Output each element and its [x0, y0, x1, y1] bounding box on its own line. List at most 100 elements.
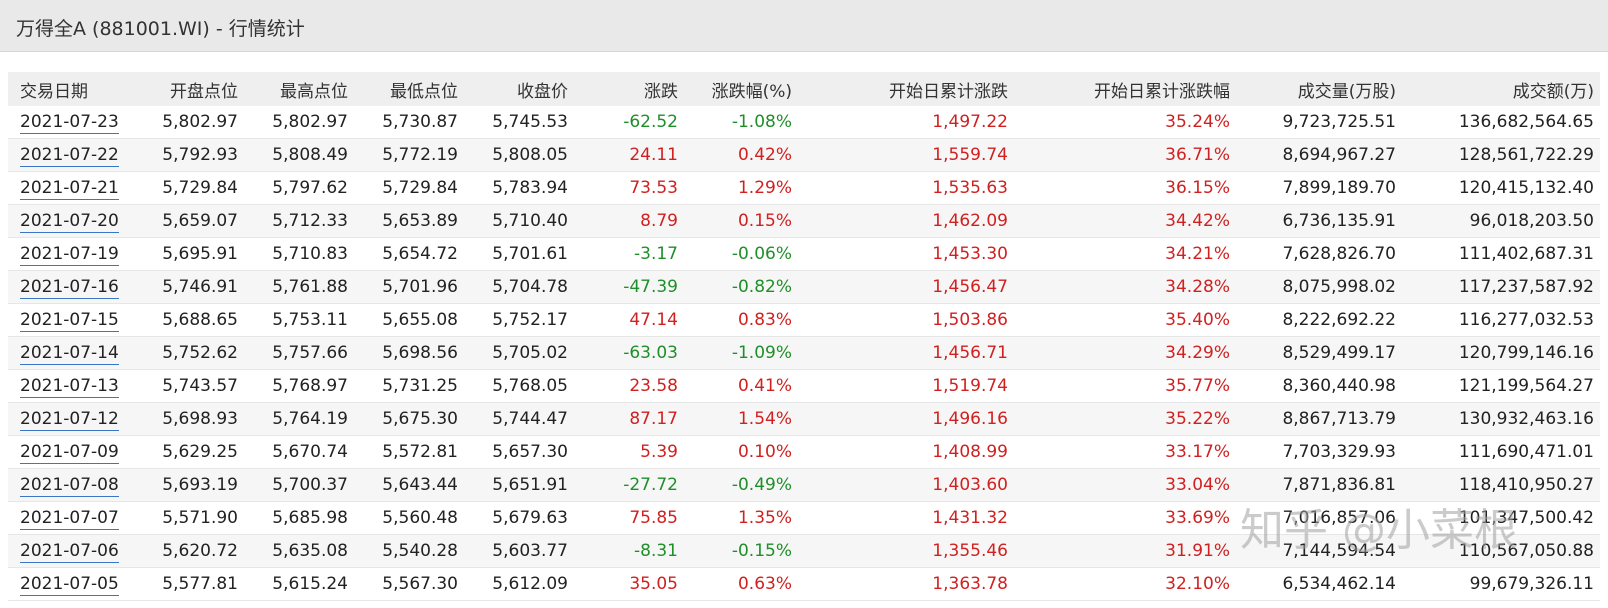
cell-cum-change: 1,431.32 [798, 501, 1014, 535]
cell-change: 24.11 [574, 138, 684, 172]
cell-close: 5,651.91 [464, 468, 574, 502]
cell-close: 5,710.40 [464, 204, 574, 238]
header-high[interactable]: 最高点位 [244, 72, 354, 106]
cell-high: 5,700.37 [244, 468, 354, 502]
table-row[interactable]: 2021-07-09 5,629.25 5,670.74 5,572.81 5,657.… [8, 435, 1600, 469]
header-volume[interactable]: 成交量(万股) [1236, 72, 1402, 106]
table-row[interactable]: 2021-07-07 5,571.90 5,685.98 5,560.48 5,679.… [8, 501, 1600, 535]
cell-amount: 96,018,203.50 [1402, 204, 1600, 238]
cell-date: 2021-07-21 [8, 171, 128, 205]
stats-table-container: 交易日期 开盘点位 最高点位 最低点位 收盘价 涨跌 涨跌幅(%) 开始日累计涨… [8, 72, 1600, 601]
cell-low: 5,653.89 [354, 204, 464, 238]
cell-date: 2021-07-07 [8, 501, 128, 535]
table-row[interactable]: 2021-07-23 5,802.97 5,802.97 5,730.87 5,745.… [8, 106, 1600, 139]
cell-volume: 8,075,998.02 [1236, 270, 1402, 304]
header-open[interactable]: 开盘点位 [128, 72, 244, 106]
cell-volume: 8,529,499.17 [1236, 336, 1402, 370]
trade-date-link[interactable]: 2021-07-05 [20, 574, 119, 596]
cell-volume: 8,694,967.27 [1236, 138, 1402, 172]
table-row[interactable]: 2021-07-13 5,743.57 5,768.97 5,731.25 5,768.… [8, 369, 1600, 403]
trade-date-link[interactable]: 2021-07-14 [20, 343, 119, 365]
cell-close: 5,808.05 [464, 138, 574, 172]
cell-close: 5,768.05 [464, 369, 574, 403]
trade-date-link[interactable]: 2021-07-13 [20, 376, 119, 398]
cell-date: 2021-07-12 [8, 402, 128, 436]
cell-close: 5,657.30 [464, 435, 574, 469]
trade-date-link[interactable]: 2021-07-15 [20, 310, 119, 332]
cell-high: 5,768.97 [244, 369, 354, 403]
cell-volume: 6,736,135.91 [1236, 204, 1402, 238]
cell-cum-change: 1,559.74 [798, 138, 1014, 172]
trade-date-link[interactable]: 2021-07-19 [20, 244, 119, 266]
table-row[interactable]: 2021-07-19 5,695.91 5,710.83 5,654.72 5,701.… [8, 237, 1600, 271]
cell-amount: 111,690,471.01 [1402, 435, 1600, 469]
cell-low: 5,675.30 [354, 402, 464, 436]
cell-cum-change: 1,519.74 [798, 369, 1014, 403]
trade-date-link[interactable]: 2021-07-16 [20, 277, 119, 299]
cell-change-pct: 1.29% [684, 171, 798, 205]
trade-date-link[interactable]: 2021-07-12 [20, 409, 119, 431]
cell-change: 23.58 [574, 369, 684, 403]
table-row[interactable]: 2021-07-20 5,659.07 5,712.33 5,653.89 5,710.… [8, 204, 1600, 238]
cell-high: 5,802.97 [244, 106, 354, 139]
cell-date: 2021-07-06 [8, 534, 128, 568]
trade-date-link[interactable]: 2021-07-22 [20, 145, 119, 167]
cell-volume: 7,016,857.06 [1236, 501, 1402, 535]
header-change-pct[interactable]: 涨跌幅(%) [684, 72, 798, 106]
cell-high: 5,764.19 [244, 402, 354, 436]
trade-date-link[interactable]: 2021-07-09 [20, 442, 119, 464]
table-row[interactable]: 2021-07-21 5,729.84 5,797.62 5,729.84 5,783.… [8, 171, 1600, 205]
trade-date-link[interactable]: 2021-07-06 [20, 541, 119, 563]
cell-cum-change-pct: 35.40% [1014, 303, 1236, 337]
cell-amount: 101,347,500.42 [1402, 501, 1600, 535]
header-change[interactable]: 涨跌 [574, 72, 684, 106]
cell-cum-change-pct: 35.22% [1014, 402, 1236, 436]
cell-volume: 6,534,462.14 [1236, 567, 1402, 601]
cell-high: 5,753.11 [244, 303, 354, 337]
cell-cum-change-pct: 33.04% [1014, 468, 1236, 502]
cell-volume: 8,360,440.98 [1236, 369, 1402, 403]
cell-amount: 118,410,950.27 [1402, 468, 1600, 502]
header-cum-change-pct[interactable]: 开始日累计涨跌幅 [1014, 72, 1236, 106]
cell-cum-change-pct: 34.29% [1014, 336, 1236, 370]
trade-date-link[interactable]: 2021-07-23 [20, 112, 119, 134]
table-row[interactable]: 2021-07-08 5,693.19 5,700.37 5,643.44 5,651.… [8, 468, 1600, 502]
cell-low: 5,560.48 [354, 501, 464, 535]
cell-cum-change-pct: 32.10% [1014, 567, 1236, 601]
cell-change: 8.79 [574, 204, 684, 238]
table-row[interactable]: 2021-07-05 5,577.81 5,615.24 5,567.30 5,612.… [8, 567, 1600, 601]
cell-amount: 130,932,463.16 [1402, 402, 1600, 436]
header-close[interactable]: 收盘价 [464, 72, 574, 106]
cell-cum-change: 1,403.60 [798, 468, 1014, 502]
cell-close: 5,745.53 [464, 106, 574, 139]
cell-change-pct: -0.15% [684, 534, 798, 568]
trade-date-link[interactable]: 2021-07-21 [20, 178, 119, 200]
table-row[interactable]: 2021-07-22 5,792.93 5,808.49 5,772.19 5,808.… [8, 138, 1600, 172]
cell-date: 2021-07-19 [8, 237, 128, 271]
table-row[interactable]: 2021-07-16 5,746.91 5,761.88 5,701.96 5,704.… [8, 270, 1600, 304]
cell-open: 5,792.93 [128, 138, 244, 172]
cell-change: -8.31 [574, 534, 684, 568]
table-row[interactable]: 2021-07-15 5,688.65 5,753.11 5,655.08 5,752.… [8, 303, 1600, 337]
header-low[interactable]: 最低点位 [354, 72, 464, 106]
table-row[interactable]: 2021-07-12 5,698.93 5,764.19 5,675.30 5,744.… [8, 402, 1600, 436]
trade-date-link[interactable]: 2021-07-08 [20, 475, 119, 497]
cell-cum-change-pct: 36.15% [1014, 171, 1236, 205]
table-row[interactable]: 2021-07-14 5,752.62 5,757.66 5,698.56 5,705.… [8, 336, 1600, 370]
cell-change-pct: -0.06% [684, 237, 798, 271]
cell-volume: 8,222,692.22 [1236, 303, 1402, 337]
cell-change: 75.85 [574, 501, 684, 535]
cell-amount: 121,199,564.27 [1402, 369, 1600, 403]
trade-date-link[interactable]: 2021-07-07 [20, 508, 119, 530]
header-amount[interactable]: 成交额(万) [1402, 72, 1600, 106]
trade-date-link[interactable]: 2021-07-20 [20, 211, 119, 233]
header-cum-change[interactable]: 开始日累计涨跌 [798, 72, 1014, 106]
cell-open: 5,802.97 [128, 106, 244, 139]
header-trade-date[interactable]: 交易日期 [8, 72, 128, 106]
table-row[interactable]: 2021-07-06 5,620.72 5,635.08 5,540.28 5,603.… [8, 534, 1600, 568]
cell-cum-change-pct: 35.77% [1014, 369, 1236, 403]
cell-cum-change-pct: 34.21% [1014, 237, 1236, 271]
cell-close: 5,704.78 [464, 270, 574, 304]
cell-change: -63.03 [574, 336, 684, 370]
cell-cum-change: 1,503.86 [798, 303, 1014, 337]
